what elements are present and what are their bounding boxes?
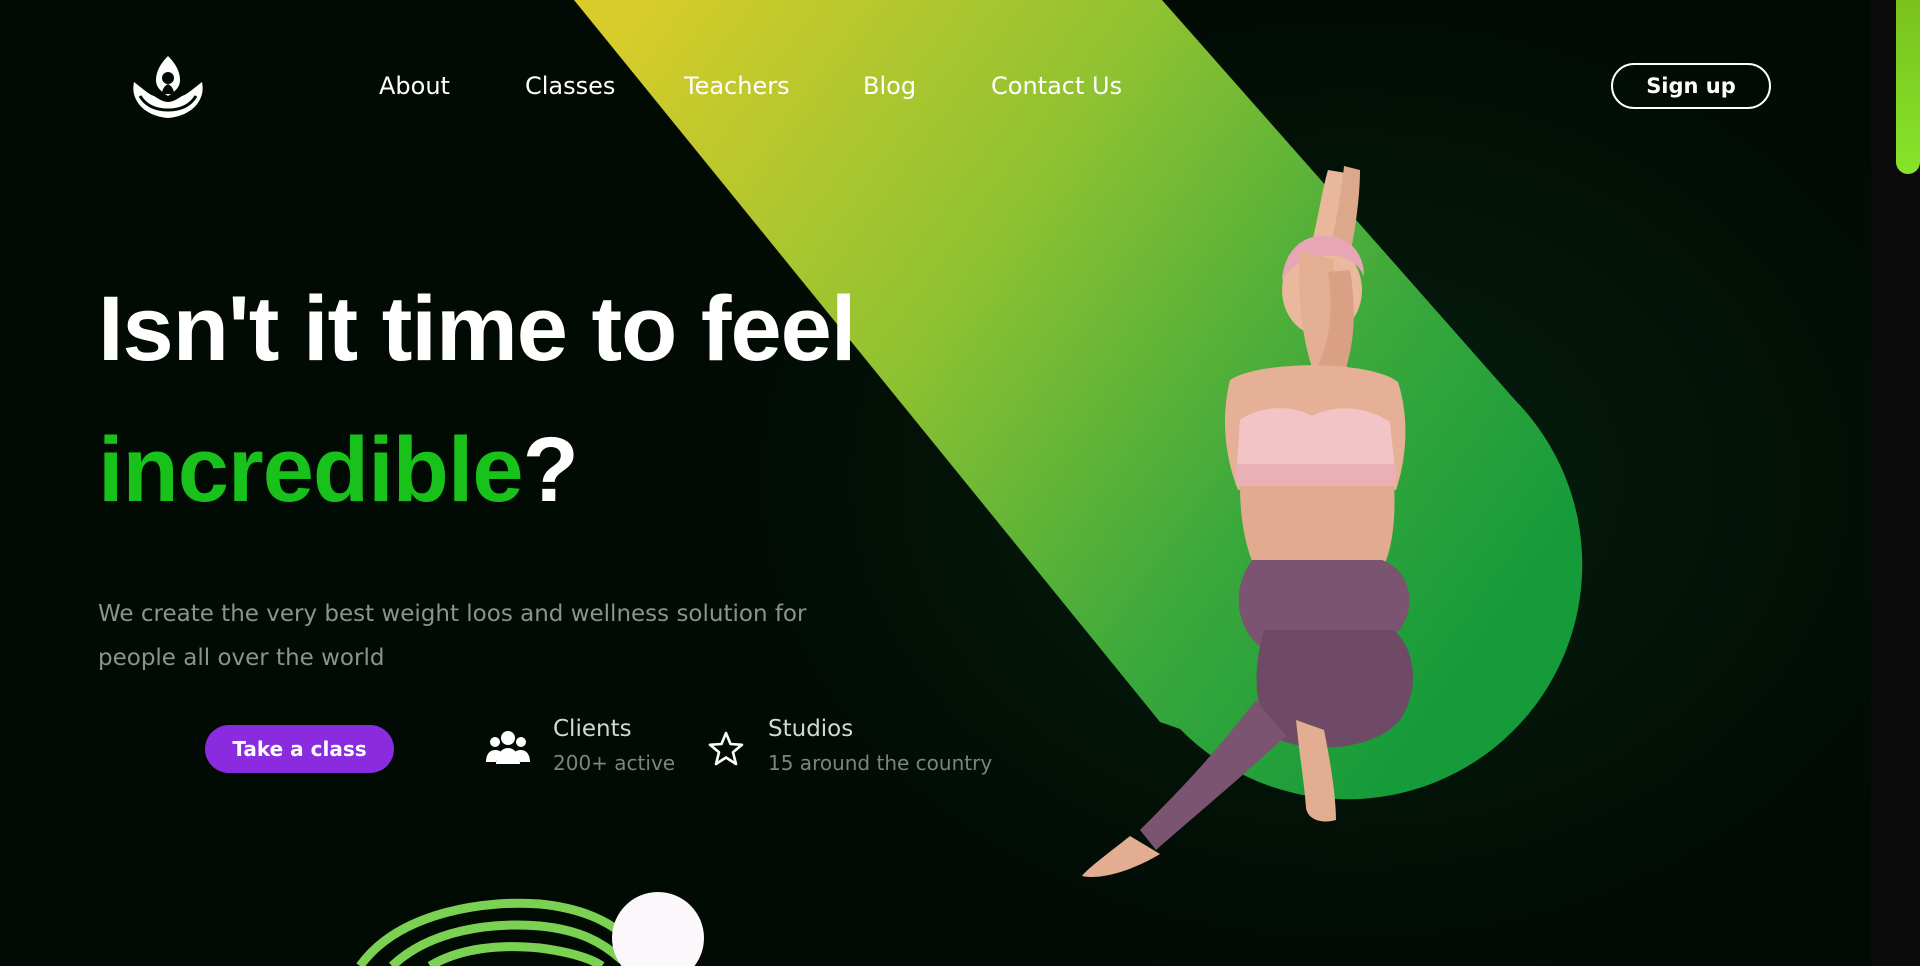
lotus-meditation-icon[interactable] (126, 52, 210, 122)
hero-headline-line1: Isn't it time to feel (98, 278, 856, 380)
sign-up-button[interactable]: Sign up (1611, 63, 1771, 109)
landing-page: About Classes Teachers Blog Contact Us S… (0, 0, 1871, 966)
nav-about[interactable]: About (379, 72, 450, 100)
decorative-rings (356, 892, 704, 966)
stat-clients-title: Clients (553, 716, 632, 742)
stat-clients-subtitle: 200+ active (553, 751, 676, 775)
scrollbar-thumb[interactable] (1896, 0, 1920, 174)
stat-studios-title: Studios (768, 716, 854, 742)
nav-teachers[interactable]: Teachers (684, 72, 790, 100)
star-icon (708, 731, 744, 766)
users-icon (486, 731, 530, 764)
nav-contact-us[interactable]: Contact Us (991, 72, 1122, 100)
nav-blog[interactable]: Blog (863, 72, 916, 100)
yoga-woman-image (1082, 166, 1413, 878)
hero-headline-accent: incredible (98, 419, 524, 521)
hero-description: We create the very best weight loos and … (98, 601, 807, 671)
hero-headline-line2: incredible? (98, 424, 579, 516)
nav-classes[interactable]: Classes (525, 72, 615, 100)
stat-studios-subtitle: 15 around the country (768, 751, 993, 775)
take-a-class-button[interactable]: Take a class (205, 725, 394, 773)
hero-headline-question: ? (522, 419, 579, 521)
